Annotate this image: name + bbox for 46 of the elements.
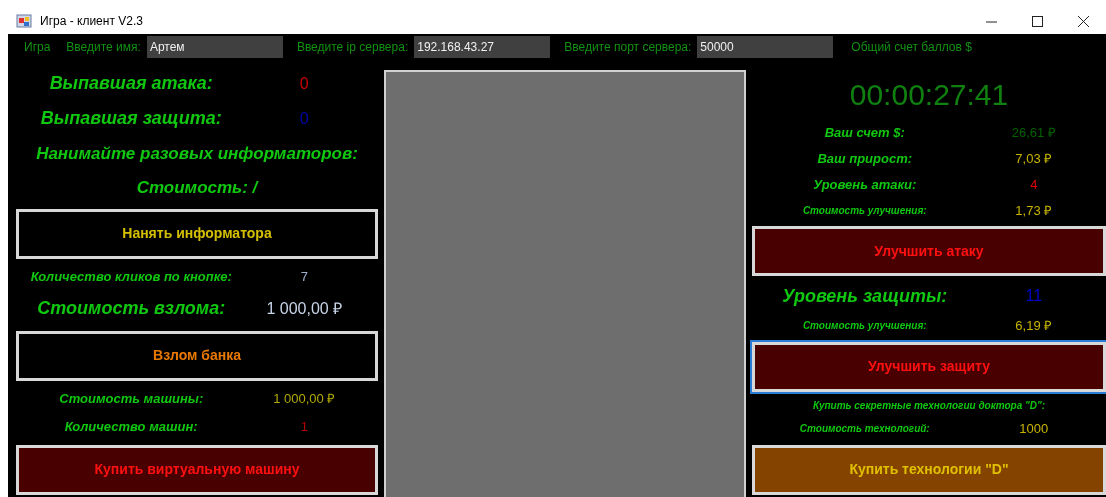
stat-value: 6,19 ₽ — [1014, 316, 1054, 335]
stat-label: Ваш прирост: — [816, 150, 914, 169]
stat-label: Стоимость машины: — [58, 390, 205, 408]
stat-label: Стоимость улучшения: — [801, 319, 928, 334]
action-button[interactable]: Улучшить атаку — [752, 226, 1106, 277]
field-label: Введите порт сервера: — [564, 39, 692, 56]
section-heading: Купить секретные технологии доктора "D": — [812, 398, 1046, 413]
stat-label: Уровень защиты: — [781, 284, 949, 308]
stat-value: 11 — [1024, 286, 1044, 307]
action-button[interactable]: Нанять информатора — [16, 208, 378, 259]
stat-value: 7 — [299, 268, 309, 287]
stat-label: Стоимость взлома: — [36, 297, 227, 321]
stat-label: Уровень атаки: — [812, 175, 918, 194]
app-icon — [16, 13, 32, 29]
window-title: Игра - клиент V2.3 — [40, 13, 143, 30]
field-label: Введите ip сервера: — [296, 39, 409, 56]
stat-value: 1,73 ₽ — [1014, 201, 1054, 220]
stat-value: 26,61 ₽ — [1010, 124, 1057, 143]
stat-value: 0 — [298, 108, 310, 129]
stat-label: Количество кликов по кнопке: — [29, 268, 233, 287]
stat-label: Стоимость улучшения: — [801, 203, 928, 218]
input-field[interactable]: 50000 — [697, 36, 834, 58]
action-button[interactable]: Купить технологии "D" — [752, 444, 1106, 495]
action-button[interactable]: Купить виртуальную машину — [16, 444, 378, 495]
stat-value: 1000 — [1018, 420, 1050, 439]
input-field[interactable]: 192.168.43.27 — [414, 36, 551, 58]
stat-label: Количество машин: — [63, 417, 199, 436]
field-label: Введите имя: — [66, 39, 141, 56]
stat-value: 4 — [1029, 175, 1039, 194]
section-heading: Стоимость: / — [136, 176, 258, 199]
menu-item[interactable]: Игра — [24, 38, 51, 56]
stat-value: 7,03 ₽ — [1014, 150, 1054, 169]
action-button[interactable]: Взлом банка — [16, 330, 378, 381]
action-button[interactable]: Улучшить защиту — [752, 341, 1106, 392]
timer: 00:00:27:41 — [849, 77, 1009, 113]
stat-label: Стоимость технологий: — [798, 422, 931, 437]
stat-label: Выпавшая атака: — [48, 72, 214, 95]
input-field[interactable]: Артем — [146, 36, 283, 58]
stat-label: Выпавшая защита: — [39, 107, 223, 131]
total-score-label: Общий счет баллов $ — [851, 39, 972, 56]
section-heading: Нанимайте разовых информаторов: — [36, 142, 358, 165]
stat-value: 1 000,00 ₽ — [272, 390, 337, 408]
stat-label: Ваш счет $: — [823, 124, 906, 143]
stat-value: 1 000,00 ₽ — [265, 298, 344, 319]
stat-value: 0 — [298, 73, 310, 94]
stat-value: 1 — [299, 417, 309, 436]
